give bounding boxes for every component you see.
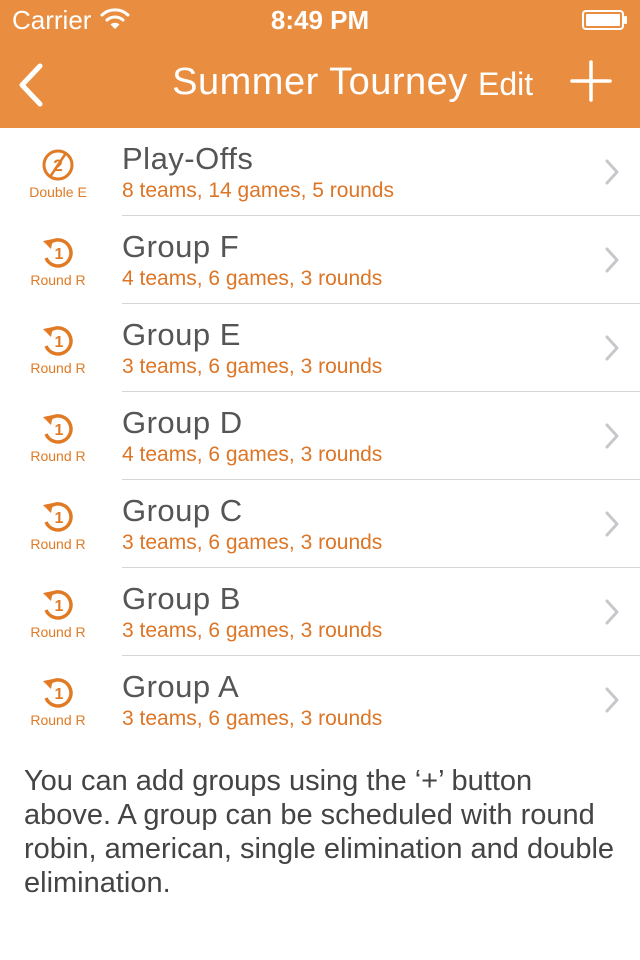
format-badge: 1 Round R	[18, 412, 98, 464]
chevron-right-icon	[605, 247, 619, 273]
badge-label: Round R	[30, 272, 86, 288]
group-detail: 4 teams, 6 games, 3 rounds	[122, 443, 383, 466]
round-robin-icon: 1	[43, 326, 73, 356]
format-badge: 2 Double E	[18, 148, 98, 200]
battery-icon	[582, 10, 627, 30]
badge-label: Round R	[30, 360, 86, 376]
group-name: Group C	[122, 493, 243, 528]
badge-label: Round R	[30, 536, 86, 552]
round-robin-icon: 1	[43, 502, 73, 532]
chevron-right-icon	[605, 599, 619, 625]
group-name: Play-Offs	[122, 141, 254, 176]
chevron-right-icon	[605, 423, 619, 449]
svg-text:1: 1	[55, 598, 64, 615]
edit-button[interactable]: Edit	[478, 64, 533, 104]
chevron-right-icon	[605, 335, 619, 361]
group-detail: 8 teams, 14 games, 5 rounds	[122, 179, 394, 202]
chevron-right-icon	[605, 159, 619, 185]
navigation-bar: Summer Tourney Edit	[0, 40, 640, 128]
chevron-right-icon	[605, 511, 619, 537]
format-badge: 1 Round R	[18, 236, 98, 288]
plus-icon	[570, 60, 612, 102]
svg-text:1: 1	[55, 334, 64, 351]
svg-text:1: 1	[55, 422, 64, 439]
add-group-button[interactable]	[570, 60, 612, 102]
format-badge: 1 Round R	[18, 676, 98, 728]
double-elimination-icon: 2	[42, 149, 74, 181]
page-title: Summer Tourney	[172, 61, 468, 103]
svg-text:1: 1	[55, 246, 64, 263]
list-item[interactable]: 1 Round R Group D 4 teams, 6 games, 3 ro…	[0, 392, 640, 480]
help-text: You can add groups using the ‘+’ button …	[24, 765, 615, 899]
group-name: Group E	[122, 317, 241, 352]
group-detail: 4 teams, 6 games, 3 rounds	[122, 267, 383, 290]
round-robin-icon: 1	[43, 414, 73, 444]
group-detail: 3 teams, 6 games, 3 rounds	[122, 619, 383, 642]
list-item[interactable]: 2 Double E Play-Offs 8 teams, 14 games, …	[0, 128, 640, 216]
badge-label: Round R	[30, 712, 86, 728]
group-detail: 3 teams, 6 games, 3 rounds	[122, 355, 383, 378]
group-name: Group B	[122, 581, 241, 616]
list-item[interactable]: 1 Round R Group F 4 teams, 6 games, 3 ro…	[0, 216, 640, 304]
round-robin-icon: 1	[43, 590, 73, 620]
svg-text:1: 1	[55, 510, 64, 527]
group-name: Group D	[122, 405, 243, 440]
format-badge: 1 Round R	[18, 588, 98, 640]
format-badge: 1 Round R	[18, 324, 98, 376]
badge-label: Round R	[30, 448, 86, 464]
clock: 8:49 PM	[270, 5, 370, 35]
header: Carrier 8:49 PM Summer Tourney Edit	[0, 0, 640, 128]
round-robin-icon: 1	[43, 238, 73, 268]
badge-label: Round R	[30, 624, 86, 640]
badge-label: Double E	[29, 184, 87, 200]
group-name: Group F	[122, 229, 240, 264]
group-detail: 3 teams, 6 games, 3 rounds	[122, 707, 383, 730]
list-item[interactable]: 1 Round R Group E 3 teams, 6 games, 3 ro…	[0, 304, 640, 392]
list-item[interactable]: 1 Round R Group A 3 teams, 6 games, 3 ro…	[0, 656, 640, 744]
svg-text:1: 1	[55, 686, 64, 703]
list-item[interactable]: 1 Round R Group C 3 teams, 6 games, 3 ro…	[0, 480, 640, 568]
groups-list: 2 Double E Play-Offs 8 teams, 14 games, …	[0, 128, 640, 744]
group-name: Group A	[122, 669, 240, 704]
format-badge: 1 Round R	[18, 500, 98, 552]
group-detail: 3 teams, 6 games, 3 rounds	[122, 531, 383, 554]
svg-text:2: 2	[53, 156, 62, 175]
chevron-right-icon	[605, 687, 619, 713]
round-robin-icon: 1	[43, 678, 73, 708]
list-item[interactable]: 1 Round R Group B 3 teams, 6 games, 3 ro…	[0, 568, 640, 656]
status-bar: Carrier 8:49 PM	[0, 0, 640, 40]
